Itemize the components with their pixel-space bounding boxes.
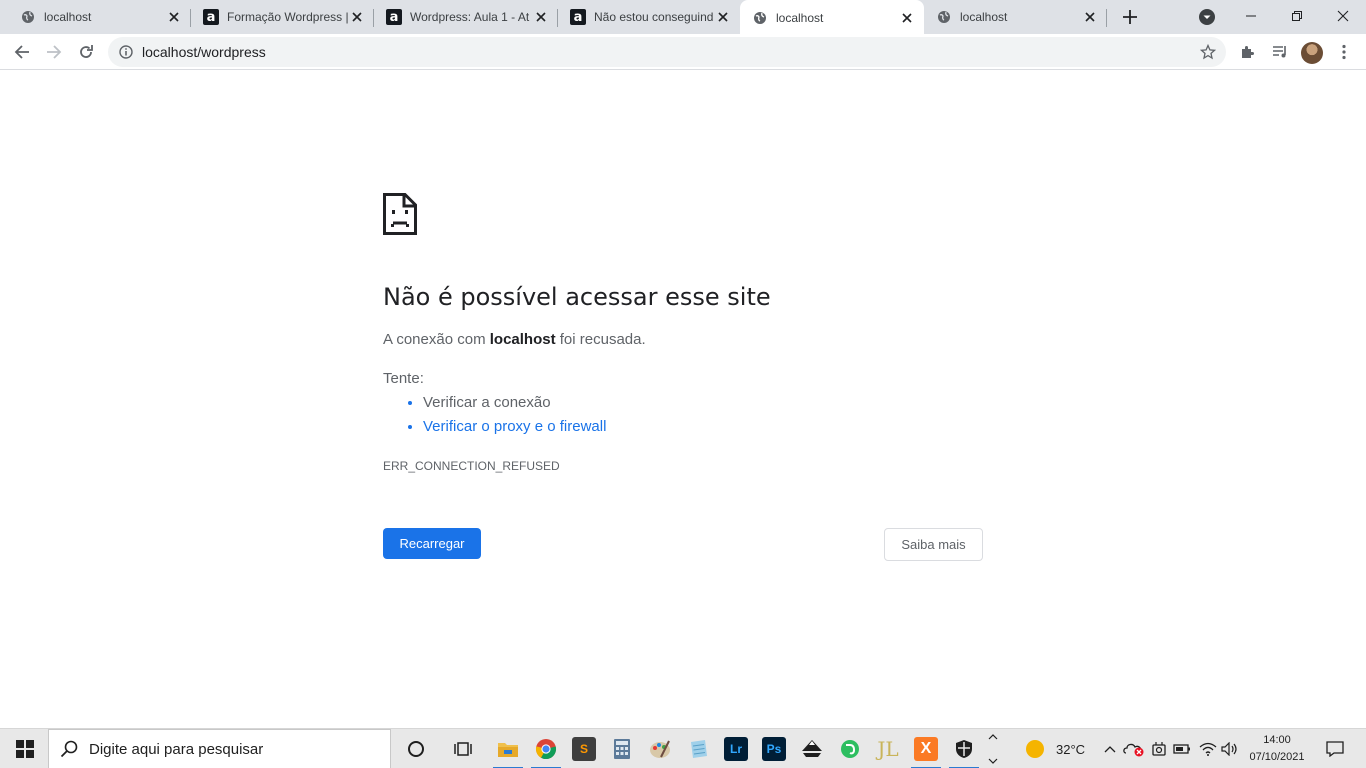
media-queue-icon[interactable] <box>1266 38 1294 66</box>
close-window-button[interactable] <box>1320 0 1366 32</box>
file-explorer-icon[interactable] <box>489 729 527 768</box>
tab-localhost-1[interactable]: localhost <box>0 0 191 34</box>
back-button[interactable] <box>8 38 36 66</box>
clock-date: 07/10/2021 <box>1249 751 1305 763</box>
close-tab-icon[interactable] <box>1081 8 1099 26</box>
new-tab-button[interactable] <box>1118 5 1142 29</box>
tab-title: localhost <box>44 10 92 24</box>
tab-title: localhost <box>776 11 824 25</box>
close-tab-icon[interactable] <box>348 8 366 26</box>
globe-icon <box>752 10 768 26</box>
browser-toolbar: localhost/wordpress <box>0 34 1366 70</box>
alura-icon: a <box>570 9 586 25</box>
error-code: ERR_CONNECTION_REFUSED <box>383 459 560 473</box>
security-shield-icon[interactable] <box>945 729 983 768</box>
show-hidden-icons-chevron-icon[interactable] <box>1098 729 1122 768</box>
site-info-icon[interactable] <box>118 44 134 60</box>
tab-search-button[interactable] <box>1197 7 1217 27</box>
weather-widget[interactable]: 32°C <box>1026 729 1085 768</box>
sad-page-icon <box>383 193 417 235</box>
battery-icon[interactable] <box>1170 729 1194 768</box>
chrome-icon[interactable] <box>527 729 565 768</box>
tab-title: Formação Wordpress | <box>227 10 348 24</box>
suggestion-check-proxy[interactable]: Verificar o proxy e o firewall <box>423 418 606 442</box>
close-tab-icon[interactable] <box>165 8 183 26</box>
xampp-icon[interactable]: X <box>907 729 945 768</box>
profile-avatar[interactable] <box>1301 42 1323 64</box>
restore-button[interactable] <box>1274 0 1320 32</box>
error-message: A conexão com localhost foi recusada. <box>383 331 646 348</box>
close-tab-icon[interactable] <box>898 9 916 27</box>
globe-icon <box>20 9 36 25</box>
reload-button[interactable]: Recarregar <box>383 528 481 559</box>
lightroom-icon[interactable]: Lr <box>717 729 755 768</box>
tab-title: Não estou conseguind <box>594 10 714 24</box>
weather-temperature: 32°C <box>1056 741 1086 757</box>
evernote-icon[interactable] <box>831 729 869 768</box>
volume-icon[interactable] <box>1218 729 1242 768</box>
globe-icon <box>936 9 952 25</box>
error-heading: Não é possível acessar esse site <box>383 283 771 311</box>
search-placeholder[interactable]: Digite aqui para pesquisar <box>89 741 263 758</box>
tab-separator <box>1106 9 1107 27</box>
suggestion-check-connection: Verificar a conexão <box>423 394 606 418</box>
bookmark-star-icon[interactable] <box>1198 42 1218 62</box>
taskbar-scroll-arrows[interactable] <box>983 729 1003 768</box>
sun-icon <box>1026 740 1044 758</box>
windows-taskbar: Digite aqui para pesquisar S Lr Ps JL X <box>0 728 1366 768</box>
cortana-icon[interactable] <box>397 729 435 768</box>
menu-kebab-icon[interactable] <box>1330 38 1358 66</box>
taskbar-search[interactable]: Digite aqui para pesquisar <box>48 729 391 768</box>
suggestions-list: Verificar a conexão Verificar o proxy e … <box>423 394 606 442</box>
onedrive-error-icon[interactable] <box>1122 729 1146 768</box>
tab-title: localhost <box>960 10 1008 24</box>
tab-wordpress-aula-1[interactable]: a Wordpress: Aula 1 - At <box>374 0 558 34</box>
jl-app-icon[interactable]: JL <box>869 729 907 768</box>
address-bar[interactable]: localhost/wordpress <box>108 37 1226 67</box>
search-icon <box>59 739 79 759</box>
tab-localhost-3[interactable]: localhost <box>924 0 1107 34</box>
clock-time: 14:00 <box>1263 734 1291 746</box>
start-windows-icon[interactable] <box>5 729 45 768</box>
extensions-puzzle-icon[interactable] <box>1234 38 1262 66</box>
tab-nao-estou-conseguindo[interactable]: a Não estou conseguind <box>558 0 740 34</box>
alura-icon: a <box>203 9 219 25</box>
learn-more-button[interactable]: Saiba mais <box>884 528 983 561</box>
check-proxy-link[interactable]: Verificar o proxy e o firewall <box>423 418 606 435</box>
wifi-icon[interactable] <box>1196 729 1220 768</box>
try-label: Tente: <box>383 370 424 387</box>
notifications-icon[interactable] <box>1318 729 1352 768</box>
tab-formacao-wordpress[interactable]: a Formação Wordpress | <box>191 0 374 34</box>
tab-localhost-active[interactable]: localhost <box>740 0 924 36</box>
error-host: localhost <box>489 331 556 348</box>
system-clock[interactable]: 14:00 07/10/2021 <box>1244 732 1310 766</box>
sublime-text-icon[interactable]: S <box>565 729 603 768</box>
inkscape-icon[interactable] <box>793 729 831 768</box>
task-view-icon[interactable] <box>444 729 482 768</box>
tab-title: Wordpress: Aula 1 - At <box>410 10 530 24</box>
close-tab-icon[interactable] <box>714 8 732 26</box>
reload-icon[interactable] <box>72 38 100 66</box>
meet-now-icon[interactable] <box>1147 729 1171 768</box>
tab-strip: localhost a Formação Wordpress | a Wordp… <box>0 0 1366 36</box>
notepad-icon[interactable] <box>679 729 717 768</box>
url-text[interactable]: localhost/wordpress <box>142 44 1198 60</box>
photoshop-icon[interactable]: Ps <box>755 729 793 768</box>
calculator-icon[interactable] <box>603 729 641 768</box>
close-tab-icon[interactable] <box>532 8 550 26</box>
minimize-button[interactable] <box>1228 0 1274 32</box>
paint-icon[interactable] <box>641 729 679 768</box>
alura-icon: a <box>386 9 402 25</box>
forward-button[interactable] <box>40 38 68 66</box>
